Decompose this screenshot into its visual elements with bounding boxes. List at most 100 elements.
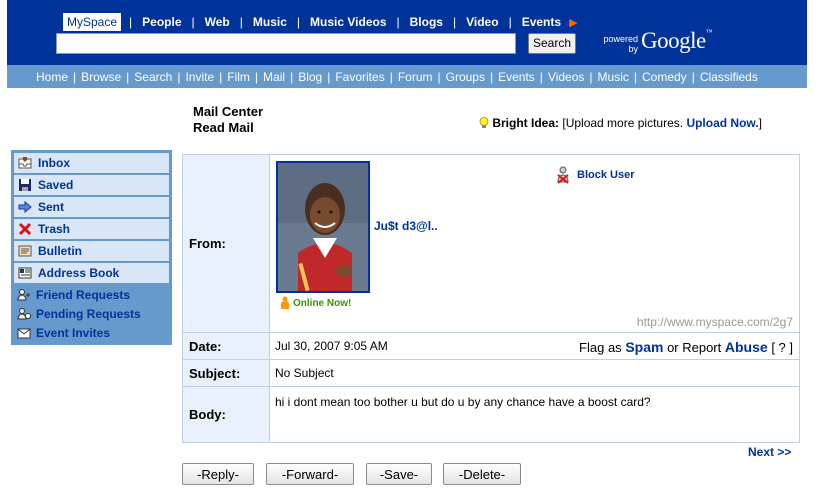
floppy-disk-icon xyxy=(19,179,31,191)
online-status-label: Online Now! xyxy=(293,297,352,309)
reply-button[interactable]: -Reply- xyxy=(182,463,254,485)
sidebar-item-label: Friend Requests xyxy=(36,287,131,302)
tab-people[interactable]: People xyxy=(140,15,183,29)
profile-url: http://www.myspace.com/2g7 xyxy=(636,315,793,329)
play-arrow-icon[interactable]: ▶ xyxy=(569,16,577,29)
upload-now-link[interactable]: Upload Now. xyxy=(686,116,758,130)
bright-idea-label: Bright Idea: xyxy=(492,116,560,130)
sidebar-item-sent[interactable]: Sent xyxy=(14,197,169,217)
next-link[interactable]: Next >> xyxy=(748,445,791,459)
block-user-link[interactable]: Block User xyxy=(556,166,634,184)
search-input[interactable] xyxy=(56,33,516,54)
nav-home[interactable]: Home xyxy=(36,70,68,84)
action-buttons: -Reply- -Forward- -Save- -Delete- xyxy=(182,463,521,485)
nav-videos[interactable]: Videos xyxy=(548,70,584,84)
sender-name-link[interactable]: Ju$t d3@l.. xyxy=(374,219,438,233)
tab-myspace[interactable]: MySpace xyxy=(63,13,122,31)
tab-separator: | xyxy=(396,15,400,29)
sidebar-item-label: Saved xyxy=(38,178,74,192)
online-person-icon xyxy=(281,296,289,309)
body-value: hi i dont mean too bother u but do u by … xyxy=(275,395,651,409)
sender-photo[interactable] xyxy=(276,161,370,293)
sender-photo-image xyxy=(278,163,368,291)
subject-label: Subject: xyxy=(183,360,270,386)
search-tabs: MySpace | People | Web | Music | Music V… xyxy=(63,12,578,32)
bright-idea-banner: Bright Idea: [Upload more pictures. Uplo… xyxy=(479,116,762,130)
nav-blog[interactable]: Blog xyxy=(298,70,322,84)
body-row: Body: hi i dont mean too bother u but do… xyxy=(183,387,799,442)
inbox-icon xyxy=(18,157,32,169)
sidebar-item-inbox[interactable]: Inbox xyxy=(14,153,169,173)
date-label: Date: xyxy=(183,333,270,359)
lightbulb-icon xyxy=(479,117,489,128)
report-abuse-link[interactable]: Abuse xyxy=(725,339,768,355)
from-row: From: Ju$t d3@l.. Online Now! Block User… xyxy=(183,155,799,333)
nav-browse[interactable]: Browse xyxy=(81,70,121,84)
sidebar-item-label: Trash xyxy=(38,222,71,236)
nav-forum[interactable]: Forum xyxy=(398,70,433,84)
sidebar-item-bulletin[interactable]: Bulletin xyxy=(14,241,169,261)
friend-requests-icon xyxy=(17,288,30,300)
nav-groups[interactable]: Groups xyxy=(446,70,485,84)
sidebar-item-friend-requests[interactable]: Friend Requests xyxy=(14,285,169,304)
from-value: Ju$t d3@l.. Online Now! Block User http:… xyxy=(270,155,799,332)
main-nav: Home | Browse | Search | Invite | Film | Mail… xyxy=(7,65,807,88)
nav-classifieds[interactable]: Classifieds xyxy=(700,70,758,84)
tab-separator: | xyxy=(129,15,133,29)
tab-web[interactable]: Web xyxy=(203,15,232,29)
nav-comedy[interactable]: Comedy xyxy=(642,70,687,84)
bright-idea-text: [Upload more pictures. xyxy=(562,116,684,130)
sidebar-item-pending-requests[interactable]: Pending Requests xyxy=(14,304,169,323)
nav-film[interactable]: Film xyxy=(227,70,250,84)
sidebar-item-label: Address Book xyxy=(38,266,120,280)
save-button[interactable]: -Save- xyxy=(366,463,432,485)
help-link[interactable]: [ ? ] xyxy=(771,340,793,355)
address-book-icon xyxy=(18,267,32,279)
trademark-mark: ™ xyxy=(705,28,713,36)
tab-separator: | xyxy=(239,15,243,29)
subject-value: No Subject xyxy=(275,366,334,380)
date-value: Jul 30, 2007 9:05 AM xyxy=(275,339,388,353)
sidebar-item-label: Bulletin xyxy=(38,244,82,258)
subject-row: Subject: No Subject xyxy=(183,360,799,387)
from-label: From: xyxy=(183,155,270,332)
block-user-label: Block User xyxy=(577,169,635,181)
nav-favorites[interactable]: Favorites xyxy=(335,70,384,84)
bulletin-icon xyxy=(18,245,32,257)
tab-events[interactable]: Events xyxy=(520,15,563,29)
sidebar-item-address-book[interactable]: Address Book xyxy=(14,263,169,283)
red-x-icon xyxy=(18,222,32,236)
forward-button[interactable]: -Forward- xyxy=(266,463,354,485)
sidebar-item-saved[interactable]: Saved xyxy=(14,175,169,195)
date-row: Date: Jul 30, 2007 9:05 AM Flag as Spam … xyxy=(183,333,799,360)
sidebar-item-label: Pending Requests xyxy=(36,306,141,321)
sidebar-item-label: Event Invites xyxy=(36,325,111,340)
powered-by-label: powered by xyxy=(603,34,638,54)
nav-events[interactable]: Events xyxy=(498,70,535,84)
read-mail-title: Read Mail xyxy=(193,120,254,135)
search-button[interactable]: Search xyxy=(528,33,576,54)
sidebar-item-label: Sent xyxy=(38,200,65,214)
block-user-icon xyxy=(557,166,569,184)
online-status: Online Now! xyxy=(280,296,351,310)
tab-separator: | xyxy=(191,15,195,29)
tab-music-videos[interactable]: Music Videos xyxy=(308,15,388,29)
nav-search[interactable]: Search xyxy=(134,70,172,84)
tab-video[interactable]: Video xyxy=(464,15,500,29)
sidebar-item-event-invites[interactable]: Event Invites xyxy=(14,323,169,342)
date-value-cell: Jul 30, 2007 9:05 AM Flag as Spam or Rep… xyxy=(270,333,799,359)
nav-invite[interactable]: Invite xyxy=(185,70,214,84)
tab-music[interactable]: Music xyxy=(251,15,289,29)
tab-separator: | xyxy=(452,15,457,29)
arrow-right-icon xyxy=(18,200,32,214)
sidebar-item-trash[interactable]: Trash xyxy=(14,219,169,239)
message-table: From: Ju$t d3@l.. Online Now! Block User… xyxy=(182,154,800,443)
flag-spam-link[interactable]: Spam xyxy=(625,339,663,355)
nav-mail[interactable]: Mail xyxy=(263,70,285,84)
sidebar-item-label: Inbox xyxy=(38,156,70,170)
google-logo: Google™ xyxy=(641,28,713,53)
nav-music[interactable]: Music xyxy=(598,70,629,84)
event-invites-icon xyxy=(17,328,31,338)
delete-button[interactable]: -Delete- xyxy=(443,463,521,485)
tab-blogs[interactable]: Blogs xyxy=(408,15,445,29)
